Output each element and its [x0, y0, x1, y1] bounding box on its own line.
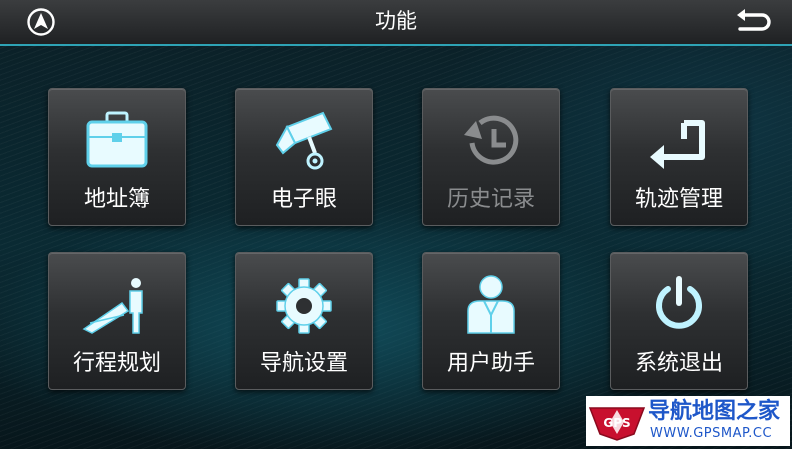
- gps-logo-icon: GPS: [588, 407, 646, 441]
- tile-speed-camera[interactable]: 电子眼: [235, 88, 373, 226]
- gear-icon: [276, 278, 332, 334]
- tile-trip-planning[interactable]: 行程规划: [48, 252, 186, 390]
- track-icon: [650, 120, 705, 169]
- tile-track-management[interactable]: 轨迹管理: [610, 88, 748, 226]
- tile-navigation-settings[interactable]: 导航设置: [235, 252, 373, 390]
- briefcase-icon: [86, 111, 148, 168]
- tile-label: 行程规划: [72, 351, 161, 376]
- tile-label: 导航设置: [259, 351, 348, 376]
- back-button[interactable]: [734, 8, 774, 36]
- tile-address-book[interactable]: 地址簿: [48, 88, 186, 226]
- route-plan-icon: [82, 278, 143, 334]
- tile-label: 电子眼: [270, 187, 337, 212]
- tile-label: 轨迹管理: [634, 187, 723, 212]
- watermark-title: 导航地图之家: [648, 399, 781, 424]
- return-arrow-icon: [737, 9, 771, 31]
- page-title: 功能: [375, 9, 417, 33]
- logo-text: GPS: [603, 416, 630, 430]
- tile-label: 历史记录: [446, 187, 535, 212]
- tile-label: 系统退出: [634, 351, 723, 376]
- tile-label: 地址簿: [83, 187, 150, 212]
- history-icon: [464, 115, 519, 165]
- watermark: GPS 导航地图之家 WWW.GPSMAP.CC: [586, 396, 790, 446]
- tile-user-assistant[interactable]: 用户助手: [422, 252, 560, 390]
- tile-history[interactable]: 历史记录: [422, 88, 560, 226]
- title-bar: 功能: [0, 0, 792, 46]
- tile-label: 用户助手: [446, 351, 535, 376]
- watermark-url: WWW.GPSMAP.CC: [650, 426, 773, 441]
- camera-icon: [275, 111, 333, 170]
- tile-system-exit[interactable]: 系统退出: [610, 252, 748, 390]
- user-assistant-icon: [467, 275, 515, 334]
- power-icon: [656, 276, 702, 329]
